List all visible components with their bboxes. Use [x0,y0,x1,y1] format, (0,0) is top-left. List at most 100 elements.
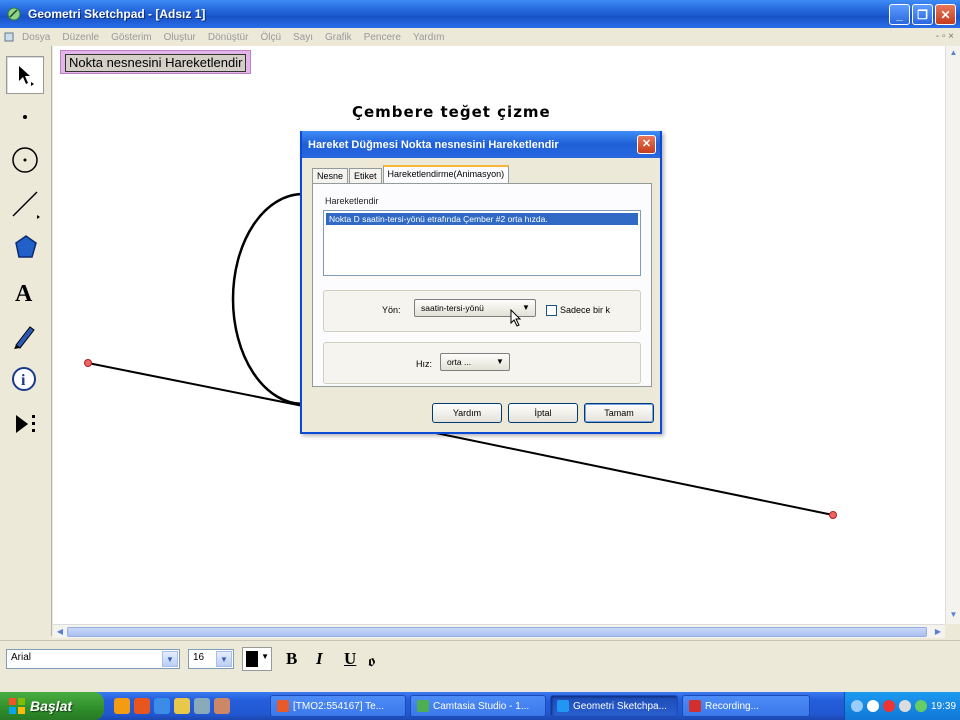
menu-pencere[interactable]: Pencere [358,32,407,43]
animate-list-label: Hareketlendir [325,196,379,206]
color-picker[interactable]: ▼ [242,647,272,671]
information-tool[interactable]: i [6,361,44,399]
quicklaunch-folder-icon[interactable] [174,698,190,714]
mouse-cursor-icon [510,309,522,327]
tab-nesne[interactable]: Nesne [312,168,349,184]
menu-gosterim[interactable]: Gösterim [105,32,158,43]
chevron-down-icon: ▼ [216,651,232,667]
text-tool[interactable]: A [6,273,44,311]
tangent-line-right [430,431,834,516]
arrow-tool[interactable] [6,56,44,94]
animate-point-action-button[interactable]: Nokta nesnesini Hareketlendir [60,50,252,74]
polygon-icon [15,235,37,258]
task-label: [TMO2:554167] Te... [293,700,384,712]
point-tool[interactable] [6,98,44,136]
quicklaunch-media-icon[interactable] [194,698,210,714]
task-icon [417,700,429,712]
tray-app-icon[interactable] [915,700,927,712]
chevron-down-icon: ▼ [162,651,178,667]
font-value: Arial [11,652,32,663]
toolbox: A i [0,46,52,636]
segment-icon [12,191,40,219]
task-icon [557,700,569,712]
dialog-close-icon[interactable]: ✕ [637,135,656,154]
quicklaunch-firefox-icon[interactable] [134,698,150,714]
speed-dropdown[interactable]: orta ... ▼ [440,353,510,371]
tab-etiket[interactable]: Etiket [349,168,382,184]
menu-bar: Dosya Düzenle Gösterim Oluştur Dönüştür … [0,28,960,46]
straightedge-tool[interactable] [6,185,44,223]
bold-button[interactable]: B [286,649,297,669]
menu-yardim[interactable]: Yardım [407,32,451,43]
font-size-select[interactable]: 16 ▼ [188,649,234,669]
title-bar: Geometri Sketchpad - [Adsız 1] _ ❐ ✕ [0,0,960,28]
cancel-button[interactable]: İptal [508,403,578,423]
ok-button[interactable]: Tamam [584,403,654,423]
window-title: Geometri Sketchpad - [Adsız 1] [28,7,206,21]
horizontal-scrollbar[interactable]: ◀ ▶ [53,624,945,638]
task-label: Camtasia Studio - 1... [433,700,530,712]
scroll-down-icon[interactable]: ▼ [948,610,959,622]
task-label: Recording... [705,700,759,712]
scroll-right-icon[interactable]: ▶ [932,625,944,639]
menu-donustur[interactable]: Dönüştür [202,32,255,43]
list-item[interactable]: Nokta D saatin-tersi-yönü etrafında Çemb… [326,213,638,225]
restore-button[interactable]: ❐ [912,4,933,25]
tangent-line-left [87,362,314,409]
start-button[interactable]: Başlat [0,692,104,720]
once-only-checkbox[interactable] [546,305,557,316]
document-window-controls[interactable]: - ▫ × [936,31,954,42]
play-custom-tool-icon [16,415,35,433]
quicklaunch-browser-icon[interactable] [114,698,130,714]
close-button[interactable]: ✕ [935,4,956,25]
font-select[interactable]: Arial ▼ [6,649,180,669]
tray-volume-icon[interactable] [899,700,911,712]
tab-animation[interactable]: Hareketlendirme(Animasyon) [382,165,510,185]
task-button-camtasia[interactable]: Camtasia Studio - 1... [410,695,546,717]
font-size-value: 16 [193,652,205,663]
scroll-left-icon[interactable]: ◀ [54,625,66,639]
animate-listbox[interactable]: Nokta D saatin-tersi-yönü etrafında Çemb… [323,210,641,276]
menu-olcu[interactable]: Ölçü [254,32,287,43]
document-icon[interactable] [4,32,14,42]
task-icon [689,700,701,712]
point-left [84,359,92,367]
tray-chevron-icon[interactable] [851,700,863,712]
quicklaunch-ie-icon[interactable] [154,698,170,714]
custom-tool[interactable] [6,405,44,443]
arrow-icon [19,66,34,86]
once-only-label: Sadece bir k [560,305,611,315]
underline-button[interactable]: U [344,649,356,669]
quicklaunch-app-icon[interactable] [214,698,230,714]
help-button[interactable]: Yardım [432,403,502,423]
polygon-tool[interactable] [6,229,44,267]
minimize-button[interactable]: _ [889,4,910,25]
direction-value: saatin-tersi-yönü [421,303,484,313]
tray-security-icon[interactable] [883,700,895,712]
clock: 19:39 [931,700,957,712]
scroll-thumb[interactable] [67,627,927,637]
tray-network-icon[interactable] [867,700,879,712]
circle-icon [12,147,38,173]
marker-tool[interactable] [6,317,44,355]
menu-olustur[interactable]: Oluştur [158,32,202,43]
point-icon [23,115,27,119]
italic-button[interactable]: I [316,649,323,669]
sketch-heading: Çembere teğet çizme [352,103,551,121]
direction-group: Yön: saatin-tersi-yönü ▼ Sadece bir k [323,290,641,332]
task-button-sketchpad[interactable]: Geometri Sketchpa... [550,695,678,717]
menu-sayi[interactable]: Sayı [287,32,319,43]
direction-label: Yön: [382,305,401,315]
menu-grafik[interactable]: Grafik [319,32,358,43]
dialog-title-bar: Hareket Düğmesi Nokta nesnesini Hareketl… [302,131,660,158]
vertical-scrollbar[interactable]: ▲ ▼ [945,46,960,624]
scroll-up-icon[interactable]: ▲ [948,48,959,60]
menu-duzenle[interactable]: Düzenle [56,32,105,43]
animation-panel: Hareketlendir Nokta D saatin-tersi-yönü … [312,183,652,387]
speed-group: Hız: orta ... ▼ [323,342,641,384]
task-button-recording[interactable]: Recording... [682,695,810,717]
symbol-button[interactable]: ꬽ [368,649,375,671]
task-button-tmo[interactable]: [TMO2:554167] Te... [270,695,406,717]
compass-tool[interactable] [6,141,44,179]
menu-dosya[interactable]: Dosya [16,32,56,43]
